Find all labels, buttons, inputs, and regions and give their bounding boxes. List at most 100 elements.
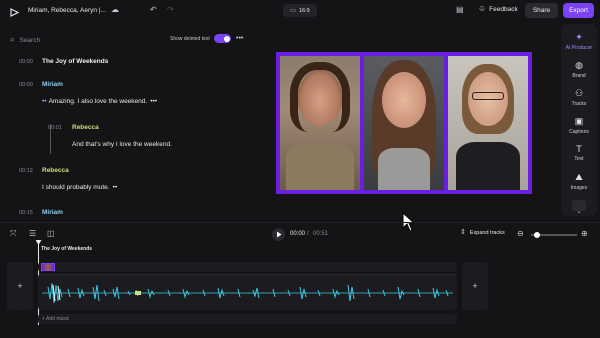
top-bar: Miriam, Rebecca, Aeryn |... ☁ ↶ ↷ ▭ 16:9… bbox=[0, 0, 600, 22]
participant-face bbox=[382, 72, 426, 128]
video-track[interactable] bbox=[38, 262, 457, 272]
sidebar-item-ai-producer[interactable]: ✦ AI Producer bbox=[561, 32, 597, 51]
participant-shirt bbox=[378, 148, 430, 190]
entry-timestamp: 00:01 bbox=[48, 125, 62, 131]
export-label: Export bbox=[569, 7, 588, 14]
sidebar-item-label: Captions bbox=[569, 129, 589, 135]
export-button[interactable]: Export bbox=[563, 3, 594, 18]
expand-tracks-label: Expand tracks bbox=[469, 229, 505, 236]
add-music-track[interactable]: + Add music bbox=[38, 314, 457, 324]
feedback-label: Feedback bbox=[489, 5, 518, 13]
captions-icon: ▣ bbox=[574, 116, 584, 126]
expand-tracks-button[interactable]: ⇕ Expand tracks bbox=[460, 229, 505, 236]
feedback-icon: ☺ bbox=[478, 4, 487, 13]
fit-timeline-icon[interactable]: ⤧ bbox=[10, 230, 16, 238]
sidebar-item-label: Images bbox=[570, 185, 588, 191]
video-preview[interactable] bbox=[276, 52, 532, 194]
add-track-right-button[interactable]: + bbox=[462, 262, 488, 310]
more-options-icon[interactable]: ••• bbox=[236, 35, 243, 42]
pause-marker-icon: •• bbox=[112, 184, 118, 191]
zoom-in-icon[interactable]: ⊕ bbox=[581, 230, 588, 238]
zoom-slider[interactable] bbox=[531, 231, 577, 238]
video-tile-left bbox=[280, 56, 360, 190]
text-icon: T bbox=[576, 144, 582, 154]
show-deleted-label: Show deleted text bbox=[170, 36, 210, 42]
share-button[interactable]: Share bbox=[525, 3, 558, 18]
sidebar-item-brand[interactable]: ◍ Brand bbox=[561, 60, 597, 79]
sidebar-item-label: Brand bbox=[572, 73, 586, 79]
share-label: Share bbox=[532, 7, 551, 14]
aspect-ratio-button[interactable]: ▭ 16:9 bbox=[283, 4, 317, 17]
speaker-name[interactable]: Miriam bbox=[42, 209, 63, 216]
entry-timestamp: 00:12 bbox=[19, 168, 33, 174]
sidebar-item-label: AI Producer bbox=[565, 45, 593, 51]
pause-marker-icon: ••• bbox=[150, 98, 158, 105]
speaker-name[interactable]: Miriam bbox=[42, 81, 63, 88]
transcript-text: Amazing. I also love the weekend. bbox=[48, 98, 148, 105]
expand-icon: ⇕ bbox=[460, 229, 466, 236]
play-button[interactable] bbox=[272, 228, 285, 241]
video-tile-right bbox=[448, 56, 528, 190]
undo-icon[interactable]: ↶ bbox=[150, 6, 157, 14]
audio-track[interactable] bbox=[38, 274, 457, 310]
zoom-out-icon[interactable]: ⊖ bbox=[517, 230, 524, 238]
search-bar[interactable]: ⌕ Search bbox=[10, 34, 160, 46]
clip-title[interactable]: The Joy of Weekends bbox=[41, 246, 92, 252]
sidebar-item-text[interactable]: T Text bbox=[561, 144, 597, 162]
sidebar-item-captions[interactable]: ▣ Captions bbox=[561, 116, 597, 135]
current-time: 00:00 bbox=[290, 231, 306, 237]
search-input[interactable]: Search bbox=[19, 37, 40, 44]
add-music-label: + Add music bbox=[42, 316, 70, 322]
sidebar-item-label: Text bbox=[574, 156, 584, 162]
plus-icon: + bbox=[472, 281, 478, 291]
split-clip-icon[interactable]: ◫ bbox=[47, 230, 55, 238]
time-separator: / bbox=[307, 231, 309, 237]
participant-shirt bbox=[456, 142, 520, 190]
clip-thumbnail bbox=[41, 263, 55, 271]
people-icon: ⚇ bbox=[574, 88, 584, 98]
total-time: 00:51 bbox=[313, 231, 329, 237]
transcript-text: I should probably mute. bbox=[42, 184, 110, 191]
toggle-knob bbox=[223, 35, 230, 42]
entry-timestamp: 00:00 bbox=[19, 82, 33, 88]
zoom-slider-handle[interactable] bbox=[534, 231, 540, 238]
layout-toggle-icon[interactable]: ▤ bbox=[456, 6, 464, 14]
speaker-name[interactable]: Rebecca bbox=[42, 167, 69, 174]
project-title[interactable]: Miriam, Rebecca, Aeryn |... bbox=[28, 7, 106, 14]
show-deleted-toggle[interactable] bbox=[214, 34, 231, 43]
title-timestamp: 00:00 bbox=[19, 59, 33, 65]
sparkle-icon: ✦ bbox=[575, 32, 583, 42]
redo-icon: ↷ bbox=[167, 5, 174, 14]
images-icon: ⛰ bbox=[575, 172, 583, 182]
entry-timestamp: 00:15 bbox=[19, 210, 33, 216]
screen-icon: ▭ bbox=[290, 7, 296, 14]
chevron-down-icon: ⌄ bbox=[576, 209, 582, 215]
cloud-sync-icon: ☁ bbox=[111, 5, 119, 14]
play-icon bbox=[277, 231, 282, 238]
transcript-line[interactable]: I should probably mute. •• bbox=[42, 184, 117, 191]
search-icon: ⌕ bbox=[10, 35, 15, 44]
sidebar-item-images[interactable]: ⛰ Images bbox=[561, 172, 597, 191]
participant-shirt bbox=[286, 144, 354, 190]
sidebar-more-button[interactable]: ⌄ bbox=[572, 200, 586, 215]
transcript-text[interactable]: And that's why I love the weekend. bbox=[72, 141, 172, 148]
glasses-icon bbox=[472, 92, 504, 100]
list-view-icon[interactable]: ☰ bbox=[29, 230, 36, 238]
sidebar-item-tracks[interactable]: ⚇ Tracks bbox=[561, 88, 597, 107]
transcript-title[interactable]: The Joy of Weekends bbox=[42, 58, 108, 65]
sidebar-item-label: Tracks bbox=[571, 101, 587, 107]
feedback-button[interactable]: ☺ Feedback bbox=[478, 5, 518, 13]
palette-icon: ◍ bbox=[575, 60, 583, 70]
plus-icon: + bbox=[17, 281, 23, 291]
player-controls: ⤧ ☰ ◫ 00:00 / 00:51 ⇕ Expand tracks ⊖ ⊕ bbox=[0, 222, 600, 244]
add-track-left-button[interactable]: + bbox=[7, 262, 33, 310]
transcript-line[interactable]: •• Amazing. I also love the weekend. ••• bbox=[42, 98, 157, 105]
participant-hair bbox=[290, 62, 350, 132]
speaker-name[interactable]: Rebecca bbox=[72, 124, 99, 131]
aspect-label: 16:9 bbox=[298, 7, 310, 14]
app-logo-icon[interactable] bbox=[9, 5, 20, 17]
pause-marker-icon: •• bbox=[42, 98, 47, 105]
video-tile-center bbox=[364, 56, 444, 190]
right-sidebar: ✦ AI Producer ◍ Brand ⚇ Tracks ▣ Caption… bbox=[561, 24, 597, 216]
waveform bbox=[42, 282, 453, 304]
